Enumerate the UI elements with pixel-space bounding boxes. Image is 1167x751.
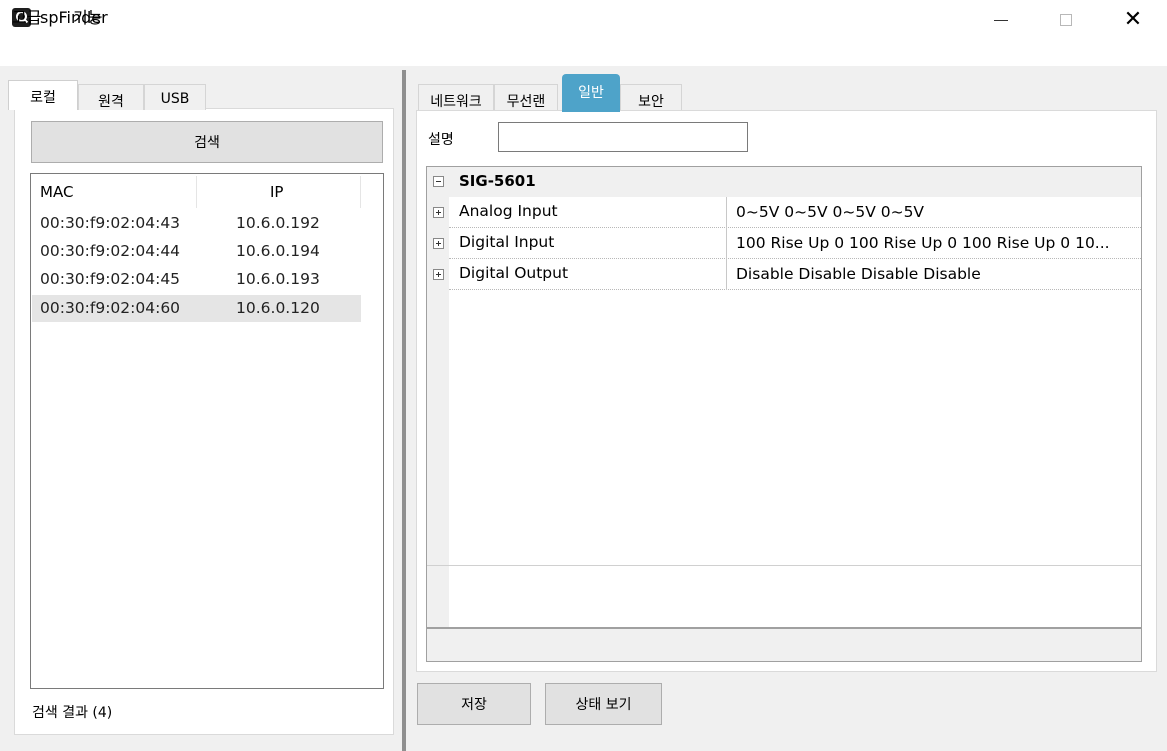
menu-features[interactable]: 기능 (73, 4, 102, 28)
minimize-icon (994, 19, 1008, 21)
expand-icon[interactable] (433, 238, 444, 249)
property-category-row[interactable] (449, 167, 1141, 197)
property-divider (726, 228, 727, 259)
property-value[interactable]: 0~5V 0~5V 0~5V 0~5V (736, 203, 1136, 221)
device-ip: 10.6.0.194 (236, 242, 320, 260)
property-grid-gutter (427, 167, 449, 627)
property-value[interactable]: Disable Disable Disable Disable (736, 265, 1136, 283)
device-ip: 10.6.0.192 (236, 214, 320, 232)
view-status-button[interactable]: 상태 보기 (545, 683, 662, 725)
property-divider (726, 197, 727, 228)
table-row[interactable]: 00:30:f9:02:04:45 10.6.0.193 (32, 266, 361, 293)
property-description-area (426, 628, 1142, 662)
device-ip: 10.6.0.120 (236, 299, 320, 317)
column-header-mac[interactable]: MAC (40, 183, 73, 201)
tab-usb[interactable]: USB (144, 84, 206, 110)
close-icon: ✕ (1123, 7, 1143, 32)
device-ip: 10.6.0.193 (236, 270, 320, 288)
collapse-icon[interactable] (433, 176, 444, 187)
device-mac: 00:30:f9:02:04:45 (40, 270, 181, 288)
device-mac: 00:30:f9:02:04:60 (40, 299, 181, 317)
tab-security[interactable]: 보안 (620, 84, 682, 110)
maximize-icon (1060, 14, 1072, 26)
property-row[interactable]: Digital Output Disable Disable Disable D… (449, 259, 1141, 290)
tab-general[interactable]: 일반 (562, 74, 620, 112)
device-mac: 00:30:f9:02:04:44 (40, 242, 181, 260)
property-row[interactable]: Digital Input 100 Rise Up 0 100 Rise Up … (449, 228, 1141, 259)
table-row[interactable]: 00:30:f9:02:04:44 10.6.0.194 (32, 238, 361, 265)
column-divider[interactable] (360, 176, 361, 208)
property-value[interactable]: 100 Rise Up 0 100 Rise Up 0 100 Rise Up … (736, 234, 1136, 252)
description-input[interactable] (498, 122, 748, 152)
expand-icon[interactable] (433, 269, 444, 280)
menu-bar (0, 40, 1167, 66)
property-category-name: SIG-5601 (459, 172, 536, 190)
column-header-ip[interactable]: IP (270, 183, 283, 201)
save-button[interactable]: 저장 (417, 683, 531, 725)
close-button[interactable]: ✕ (1110, 0, 1156, 40)
tab-wireless[interactable]: 무선랜 (494, 84, 558, 110)
tab-network[interactable]: 네트워크 (418, 84, 494, 110)
property-name: Analog Input (459, 202, 558, 220)
tab-local[interactable]: 로컬 (8, 80, 78, 110)
property-row[interactable]: Analog Input 0~5V 0~5V 0~5V 0~5V (449, 197, 1141, 228)
maximize-button[interactable] (1043, 0, 1089, 40)
property-name: Digital Input (459, 233, 555, 251)
column-divider[interactable] (196, 176, 197, 208)
search-button[interactable]: 검색 (31, 121, 383, 163)
property-grid-separator (427, 565, 1141, 566)
table-row[interactable]: 00:30:f9:02:04:43 10.6.0.192 (32, 210, 361, 237)
table-row-selected[interactable]: 00:30:f9:02:04:60 10.6.0.120 (32, 295, 361, 322)
device-mac: 00:30:f9:02:04:43 (40, 214, 181, 232)
menu-advanced[interactable]: 고급 (12, 4, 41, 28)
description-label: 설명 (428, 132, 454, 148)
panel-splitter[interactable] (402, 70, 406, 751)
minimize-button[interactable] (978, 0, 1024, 40)
property-name: Digital Output (459, 264, 569, 282)
property-divider (726, 259, 727, 290)
expand-icon[interactable] (433, 207, 444, 218)
tab-remote[interactable]: 원격 (78, 84, 144, 110)
search-result-count: 검색 결과 (4) (32, 705, 113, 721)
